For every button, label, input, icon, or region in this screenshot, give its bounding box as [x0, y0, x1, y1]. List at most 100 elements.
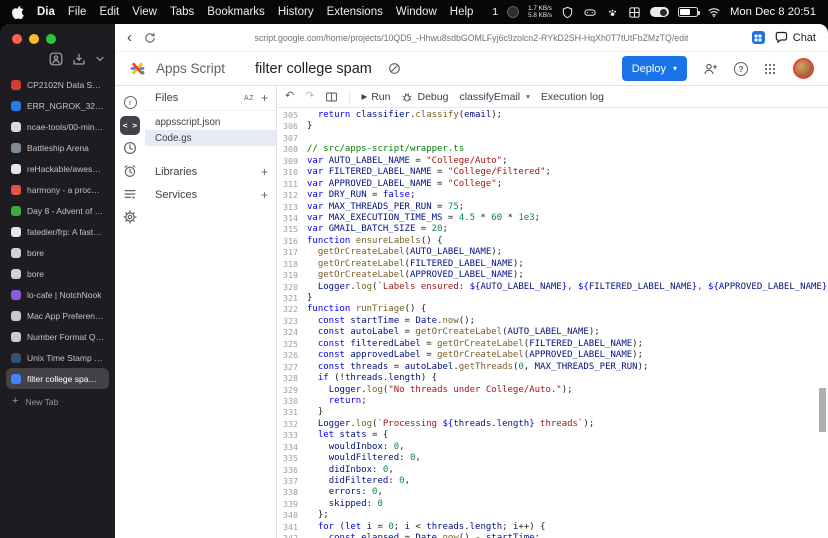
url-address[interactable]: script.google.com/home/projects/10QD5_-H…: [255, 33, 689, 43]
chevron-down-icon[interactable]: [95, 54, 105, 64]
extension-badge-icon[interactable]: [752, 31, 765, 44]
code-line[interactable]: 307: [277, 133, 828, 144]
code-line[interactable]: 342 const elapsed = Date.now() - startTi…: [277, 533, 828, 538]
editor-scrollbar[interactable]: [819, 388, 826, 432]
sidebar-tab[interactable]: bore: [6, 263, 109, 284]
execution-log-button[interactable]: Execution log: [541, 91, 604, 103]
code-line[interactable]: 317 getOrCreateLabel(AUTO_LABEL_NAME);: [277, 247, 828, 258]
close-window-button[interactable]: [12, 34, 22, 44]
sidebar-tab[interactable]: filter college spam - Pro…: [6, 368, 109, 389]
code-line[interactable]: 338 errors: 0,: [277, 487, 828, 498]
downloads-tray-icon[interactable]: [72, 52, 86, 66]
code-line[interactable]: 321}: [277, 293, 828, 304]
sidebar-tab[interactable]: ERR_NGROK_3200 - T…: [6, 95, 109, 116]
share-person-add-icon[interactable]: [703, 62, 718, 76]
redo-icon[interactable]: ↷: [305, 91, 314, 102]
menu-item-window[interactable]: Window: [396, 6, 437, 18]
sort-files-icon[interactable]: AZ: [244, 95, 254, 102]
back-icon[interactable]: ‹: [127, 30, 132, 45]
account-avatar[interactable]: [793, 58, 814, 79]
sidebar-tab[interactable]: Number Format Query: [6, 326, 109, 347]
minimize-window-button[interactable]: [29, 34, 39, 44]
add-icon[interactable]: +: [261, 189, 268, 201]
sidebar-tab[interactable]: fatedier/frp: A fast reve…: [6, 221, 109, 242]
menu-item-history[interactable]: History: [278, 6, 314, 18]
menu-item-edit[interactable]: Edit: [99, 6, 119, 18]
code-line[interactable]: 328 if (!threads.length) {: [277, 373, 828, 384]
sidebar-tab[interactable]: ncae-tools/00-mini-ha…: [6, 116, 109, 137]
triggers-icon[interactable]: [120, 164, 140, 178]
code-line[interactable]: 337 didFiltered: 0,: [277, 476, 828, 487]
network-speed-indicator[interactable]: 1.7 KB/s 5.8 KB/s: [528, 5, 552, 20]
project-title[interactable]: filter college spam: [255, 61, 372, 77]
sidebar-tab[interactable]: reHackable/awesome-re…: [6, 158, 109, 179]
code-line[interactable]: 335 wouldFiltered: 0,: [277, 453, 828, 464]
code-line[interactable]: 316function ensureLabels() {: [277, 236, 828, 247]
menu-item-bookmarks[interactable]: Bookmarks: [207, 6, 265, 18]
code-line[interactable]: 327 const threads = autoLabel.getThreads…: [277, 362, 828, 373]
zoom-window-button[interactable]: [46, 34, 56, 44]
code-line[interactable]: 310var FILTERED_LABEL_NAME = "College/Fi…: [277, 167, 828, 178]
menu-item-file[interactable]: File: [68, 6, 87, 18]
code-line[interactable]: 305 return classifier.classify(email);: [277, 110, 828, 121]
paw-icon[interactable]: [606, 6, 619, 19]
code-line[interactable]: 339 skipped: 0: [277, 499, 828, 510]
format-panel-icon[interactable]: [325, 91, 338, 103]
code-line[interactable]: 331 }: [277, 407, 828, 418]
sidebar-tab[interactable]: Unix Time Stamp - Epo…: [6, 347, 109, 368]
code-line[interactable]: 325 const filteredLabel = getOrCreateLab…: [277, 339, 828, 350]
code-line[interactable]: 306}: [277, 121, 828, 132]
code-line[interactable]: 334 wouldInbox: 0,: [277, 442, 828, 453]
sidebar-tab[interactable]: Day 8 - Advent of Code…: [6, 200, 109, 221]
file-item[interactable]: appsscript.json: [145, 114, 276, 130]
code-line[interactable]: 326 const approvedLabel = getOrCreateLab…: [277, 350, 828, 361]
function-dropdown[interactable]: classifyEmail ▾: [459, 91, 529, 103]
code-line[interactable]: 322function runTriage() {: [277, 304, 828, 315]
wifi-icon[interactable]: [707, 6, 721, 18]
code-line[interactable]: 311var APPROVED_LABEL_NAME = "College";: [277, 179, 828, 190]
run-button[interactable]: ▶ Run: [361, 91, 390, 103]
status-app-icon[interactable]: [507, 6, 519, 18]
apps-script-logo[interactable]: [129, 60, 146, 77]
menu-item-extensions[interactable]: Extensions: [327, 6, 383, 18]
sidebar-tab[interactable]: harmony - a procedural…: [6, 179, 109, 200]
settings-gear-icon[interactable]: [120, 210, 140, 224]
code-line[interactable]: 318 getOrCreateLabel(FILTERED_LABEL_NAME…: [277, 259, 828, 270]
add-icon[interactable]: +: [261, 166, 268, 178]
new-tab-button[interactable]: + New Tab: [6, 391, 109, 412]
project-history-icon[interactable]: [120, 141, 140, 155]
status-count[interactable]: 1: [492, 6, 498, 18]
overview-icon[interactable]: i: [120, 95, 140, 109]
code-line[interactable]: 315var GMAIL_BATCH_SIZE = 20;: [277, 224, 828, 235]
code-line[interactable]: 319 getOrCreateLabel(APPROVED_LABEL_NAME…: [277, 270, 828, 281]
product-name[interactable]: Apps Script: [156, 61, 225, 76]
sidebar-tab[interactable]: bore: [6, 242, 109, 263]
editor-icon[interactable]: < >: [120, 118, 140, 132]
sidebar-tab[interactable]: CP2102N Data Sheet: [6, 74, 109, 95]
code-line[interactable]: 329 Logger.log("No threads under College…: [277, 385, 828, 396]
add-file-icon[interactable]: +: [261, 92, 268, 104]
sidebar-tab[interactable]: lo-cafe | NotchNook: [6, 284, 109, 305]
code-line[interactable]: 308// src/apps-script/wrapper.ts: [277, 144, 828, 155]
code-line[interactable]: 330 return;: [277, 396, 828, 407]
help-icon[interactable]: ?: [734, 62, 748, 76]
code-line[interactable]: 333 let stats = {: [277, 430, 828, 441]
code-area[interactable]: 305 return classifier.classify(email);30…: [277, 108, 828, 538]
executions-icon[interactable]: [120, 187, 140, 201]
menu-item-tabs[interactable]: Tabs: [170, 6, 194, 18]
code-line[interactable]: 320 Logger.log(`Labels ensured: ${AUTO_L…: [277, 282, 828, 293]
code-line[interactable]: 313var MAX_THREADS_PER_RUN = 75;: [277, 202, 828, 213]
code-line[interactable]: 314var MAX_EXECUTION_TIME_MS = 4.5 * 60 …: [277, 213, 828, 224]
code-line[interactable]: 323 const startTime = Date.now();: [277, 316, 828, 327]
section-libraries[interactable]: Libraries+: [145, 160, 276, 183]
grid-cube-icon[interactable]: [628, 6, 641, 19]
menu-item-view[interactable]: View: [132, 6, 157, 18]
sidebar-tab[interactable]: Mac App Preferences: [6, 305, 109, 326]
code-line[interactable]: 336 didInbox: 0,: [277, 465, 828, 476]
code-line[interactable]: 341 for (let i = 0; i < threads.length; …: [277, 522, 828, 533]
undo-icon[interactable]: ↶: [285, 91, 294, 102]
menubar-clock[interactable]: Mon Dec 8 20:51: [730, 6, 816, 18]
chat-button[interactable]: Chat: [775, 31, 816, 44]
toggle-switch-icon[interactable]: [650, 7, 669, 17]
section-services[interactable]: Services+: [145, 183, 276, 206]
